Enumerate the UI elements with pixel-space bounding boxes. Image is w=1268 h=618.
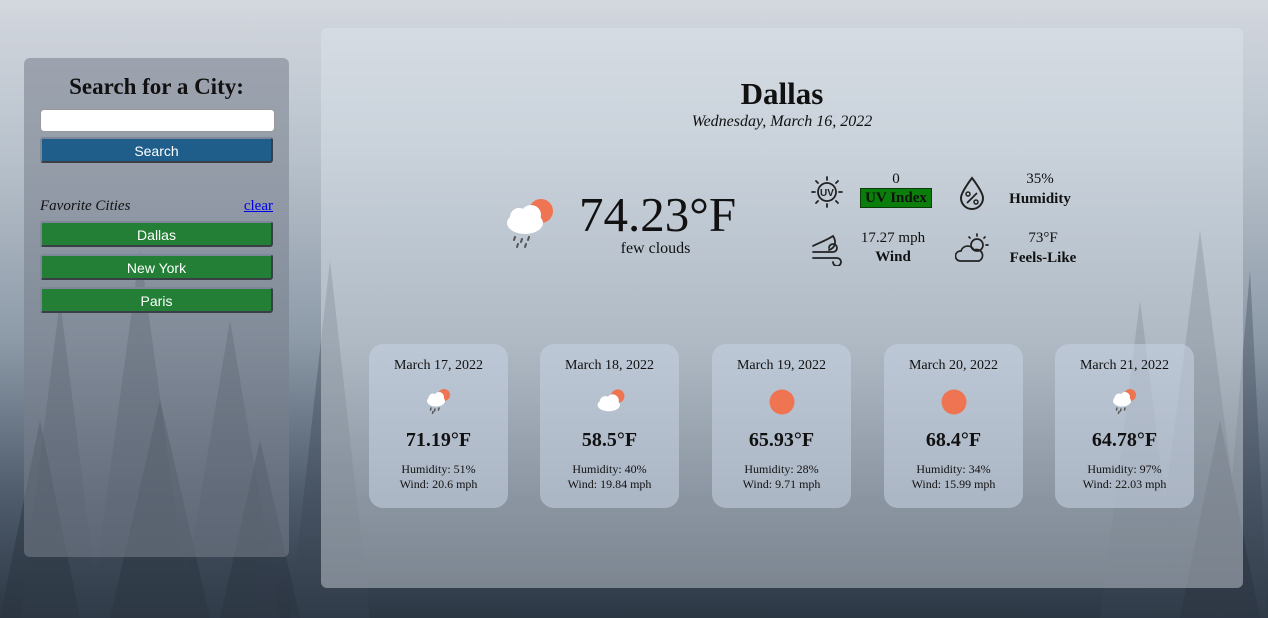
favorite-cities-label: Favorite Cities: [40, 198, 131, 214]
forecast-card: March 19, 2022 65.93°F Humidity: 28% Win…: [712, 344, 851, 508]
sun-icon: [941, 389, 967, 415]
forecast-humidity: Humidity: 28%: [744, 462, 819, 476]
current-temperature: 74.23°F: [579, 187, 737, 242]
forecast-card: March 21, 2022 64.78°F Humidity: 97% Win…: [1055, 344, 1194, 508]
cloud-sun-icon: [597, 389, 625, 412]
favorite-city-button-new-york[interactable]: New York: [40, 254, 273, 280]
forecast-wind: Wind: 9.71 mph: [742, 477, 821, 491]
humidity-icon: [959, 176, 985, 210]
favorite-city-button-paris[interactable]: Paris: [40, 287, 273, 313]
forecast-humidity: Humidity: 51%: [401, 462, 476, 476]
humidity-value: 35%: [1026, 171, 1054, 187]
uv-icon: UV: [811, 176, 843, 208]
forecast-card: March 20, 2022 68.4°F Humidity: 34% Wind…: [884, 344, 1023, 508]
humidity-label: Humidity: [1009, 191, 1071, 207]
uv-value: 0: [892, 171, 900, 187]
forecast-wind: Wind: 19.84 mph: [567, 477, 652, 491]
forecast-date: March 17, 2022: [393, 358, 484, 373]
forecast-date: March 20, 2022: [908, 358, 999, 373]
forecast-humidity: Humidity: 40%: [572, 462, 647, 476]
city-search-input[interactable]: [40, 109, 275, 132]
city-name: Dallas: [740, 76, 824, 111]
forecast-temperature: 65.93°F: [748, 429, 815, 451]
forecast-wind: Wind: 20.6 mph: [399, 477, 478, 491]
search-title: Search for a City:: [69, 74, 244, 99]
forecast-date: March 21, 2022: [1079, 358, 1170, 373]
forecast-humidity: Humidity: 34%: [916, 462, 991, 476]
rain-cloud-sun-icon: [1113, 389, 1136, 414]
feels-like-value: 73°F: [1028, 230, 1058, 246]
weather-description: few clouds: [620, 240, 691, 257]
forecast-wind: Wind: 15.99 mph: [911, 477, 996, 491]
wind-value: 17.27 mph: [860, 230, 926, 246]
sun-icon: [769, 389, 795, 415]
forecast-card: March 18, 2022 58.5°F Humidity: 40% Wind…: [540, 344, 679, 508]
wind-label: Wind: [875, 249, 911, 265]
feels-like-icon: [955, 233, 989, 262]
wind-icon: [812, 234, 842, 266]
forecast-temperature: 71.19°F: [405, 429, 472, 451]
forecast-date: March 19, 2022: [736, 358, 827, 373]
forecast-temperature: 68.4°F: [925, 429, 982, 451]
rain-cloud-sun-icon: [507, 199, 553, 248]
forecast-date: March 18, 2022: [564, 358, 655, 373]
forecast-humidity: Humidity: 97%: [1087, 462, 1162, 476]
rain-cloud-sun-icon: [427, 389, 450, 414]
sidebar: Search for a City: Search Favorite Citie…: [24, 58, 289, 557]
forecast-card: March 17, 2022 71.19°F Humidity: 51% Win…: [369, 344, 508, 508]
favorite-city-button-dallas[interactable]: Dallas: [40, 221, 273, 247]
forecast-temperature: 64.78°F: [1091, 429, 1158, 451]
svg-text:UV: UV: [820, 188, 834, 199]
search-button[interactable]: Search: [40, 137, 273, 163]
current-date: Wednesday, March 16, 2022: [691, 113, 873, 130]
clear-favorites-link[interactable]: clear: [244, 198, 273, 215]
weather-panel: Dallas Wednesday, March 16, 2022 74.23°F…: [321, 28, 1243, 588]
feels-like-label: Feels-Like: [1009, 250, 1077, 266]
forecast-temperature: 58.5°F: [581, 429, 638, 451]
uv-index-badge: UV Index: [860, 188, 932, 208]
forecast-wind: Wind: 22.03 mph: [1082, 477, 1167, 491]
